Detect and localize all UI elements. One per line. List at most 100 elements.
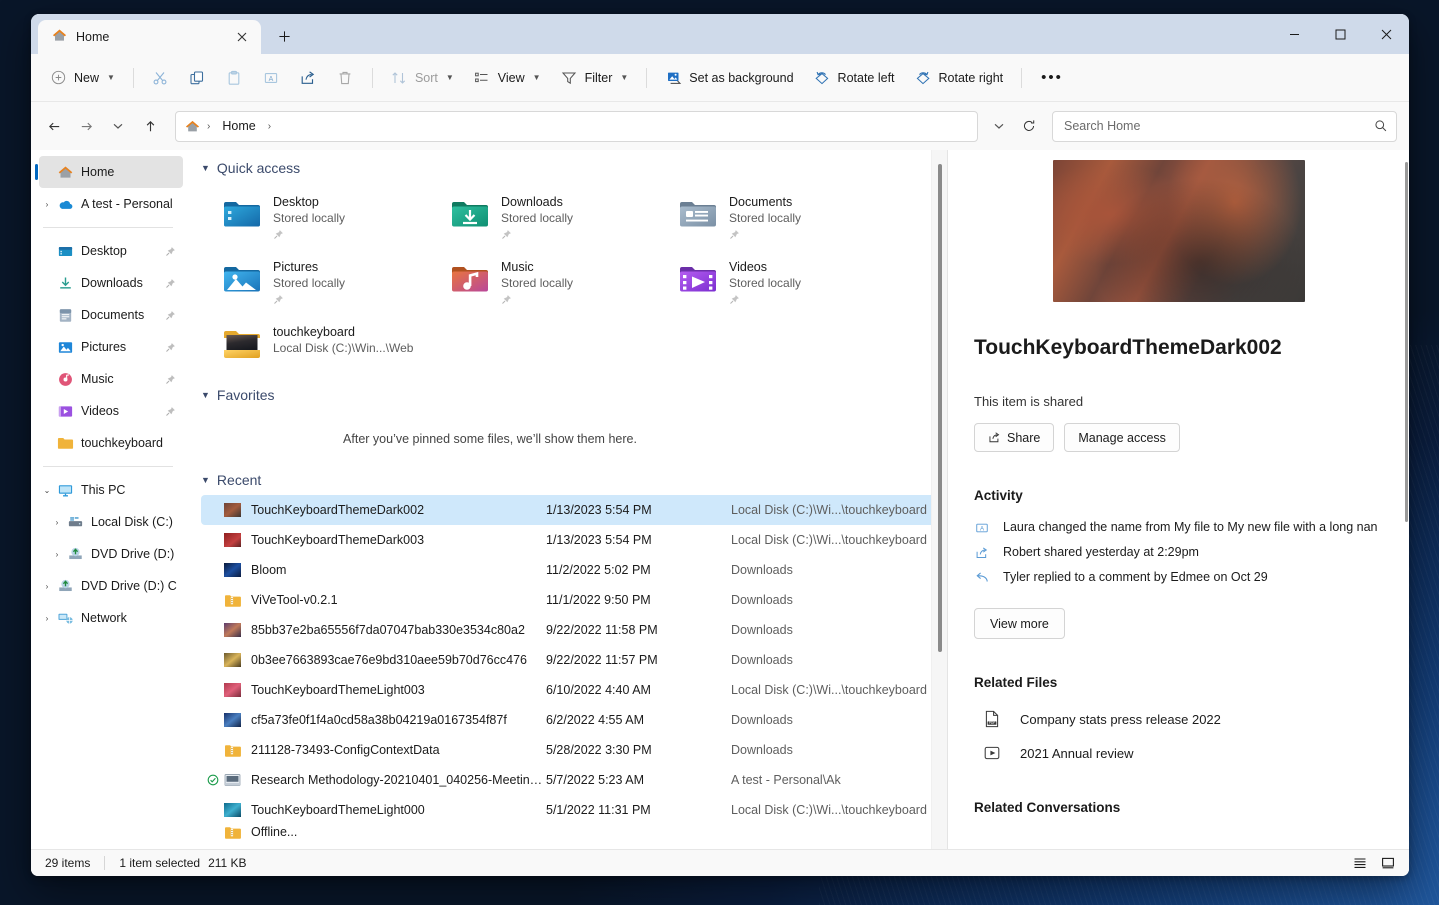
tiles-view-icon[interactable] xyxy=(1375,852,1401,874)
tab-home[interactable]: Home xyxy=(38,20,261,54)
pin-icon[interactable] xyxy=(501,227,573,245)
table-row[interactable]: Bloom11/2/2022 5:02 PMDownloads xyxy=(201,555,937,585)
list-view-icon[interactable] xyxy=(1347,852,1373,874)
breadcrumb-home[interactable]: Home xyxy=(217,117,260,135)
table-row[interactable]: cf5a73fe0f1f4a0cd58a38b04219a0167354f87f… xyxy=(201,705,937,735)
recent-locations-button[interactable] xyxy=(103,111,133,141)
set-as-background-icon xyxy=(665,69,682,86)
table-row[interactable]: TouchKeyboardThemeLight0036/10/2022 4:40… xyxy=(201,675,937,705)
sidebar-item-a-test-personal[interactable]: ›A test - Personal xyxy=(39,188,183,220)
sidebar-item-music[interactable]: Music xyxy=(39,363,183,395)
pin-icon[interactable] xyxy=(163,342,177,353)
quick-access-item[interactable]: touchkeyboardLocal Disk (C:)\Win...\Web xyxy=(217,317,445,371)
details-scrollbar-thumb[interactable] xyxy=(1405,162,1408,522)
sort-button[interactable]: Sort ▼ xyxy=(382,62,463,94)
cut-button[interactable] xyxy=(143,62,178,94)
new-tab-icon[interactable] xyxy=(269,21,299,51)
sidebar-item-touchkeyboard[interactable]: touchkeyboard xyxy=(39,427,183,459)
quick-access-item[interactable]: DesktopStored locally xyxy=(217,187,445,252)
table-row[interactable]: 211128-73493-ConfigContextData5/28/2022 … xyxy=(201,735,937,765)
pin-icon[interactable] xyxy=(163,374,177,385)
table-row[interactable]: TouchKeyboardThemeDark0021/13/2023 5:54 … xyxy=(201,495,937,525)
pin-icon[interactable] xyxy=(729,292,801,310)
expand-chevron-icon[interactable]: › xyxy=(49,550,65,559)
sidebar-item-videos[interactable]: Videos xyxy=(39,395,183,427)
quick-access-item[interactable]: PicturesStored locally xyxy=(217,252,445,317)
address-bar[interactable]: › Home › xyxy=(175,111,978,142)
search-input[interactable] xyxy=(1064,119,1374,133)
quick-access-item[interactable]: MusicStored locally xyxy=(445,252,673,317)
filter-button[interactable]: Filter ▼ xyxy=(552,62,638,94)
table-row[interactable]: 0b3ee7663893cae76e9bd310aee59b70d76cc476… xyxy=(201,645,937,675)
table-row[interactable]: ViVeTool-v0.2.111/1/2022 9:50 PMDownload… xyxy=(201,585,937,615)
pin-icon[interactable] xyxy=(163,310,177,321)
refresh-button[interactable] xyxy=(1014,111,1044,141)
pin-icon[interactable] xyxy=(163,406,177,417)
file-location: Local Disk (C:)\Wi...\touchkeyboard xyxy=(731,503,931,517)
expand-chevron-icon[interactable]: › xyxy=(39,200,55,209)
expand-chevron-icon[interactable]: ⌄ xyxy=(39,486,55,495)
content-scrollbar[interactable] xyxy=(931,150,947,849)
rotate-right-button[interactable]: Rotate right xyxy=(906,62,1013,94)
breadcrumb-separator-2[interactable]: › xyxy=(264,121,275,132)
paste-button[interactable] xyxy=(217,62,252,94)
expand-chevron-icon[interactable]: › xyxy=(39,582,55,591)
sidebar-item-desktop[interactable]: Desktop xyxy=(39,235,183,267)
sidebar-item-network[interactable]: ›Network xyxy=(39,602,183,634)
pin-icon[interactable] xyxy=(163,246,177,257)
share-button[interactable]: Share xyxy=(974,423,1054,452)
search-icon[interactable] xyxy=(1374,119,1388,133)
search-box[interactable] xyxy=(1052,111,1397,142)
view-more-button[interactable]: View more xyxy=(974,608,1065,639)
sidebar-item-dvd-drive-d-ccc[interactable]: ›DVD Drive (D:) CCC xyxy=(39,570,183,602)
related-file-item[interactable]: 2021 Annual review xyxy=(974,736,1383,770)
pin-icon[interactable] xyxy=(729,227,801,245)
pin-icon[interactable] xyxy=(501,292,573,310)
scrollbar-thumb[interactable] xyxy=(938,164,942,652)
table-row[interactable]: TouchKeyboardThemeLight0005/1/2022 11:31… xyxy=(201,795,937,825)
close-button[interactable] xyxy=(1363,14,1409,54)
back-button[interactable] xyxy=(39,111,69,141)
sidebar-item-dvd-drive-d-cc[interactable]: ›DVD Drive (D:) CC xyxy=(49,538,183,570)
maximize-button[interactable] xyxy=(1317,14,1363,54)
quick-access-header[interactable]: ▼ Quick access xyxy=(193,150,947,183)
set-as-background-button[interactable]: Set as background xyxy=(656,62,802,94)
up-button[interactable] xyxy=(135,111,165,141)
file-type-icon xyxy=(221,533,243,547)
new-button[interactable]: New ▼ xyxy=(41,62,124,94)
forward-button[interactable] xyxy=(71,111,101,141)
pin-icon[interactable] xyxy=(163,278,177,289)
table-row[interactable]: Offline... xyxy=(201,825,937,839)
view-button[interactable]: View ▼ xyxy=(465,62,550,94)
pin-icon[interactable] xyxy=(273,227,345,245)
address-dropdown-button[interactable] xyxy=(984,111,1014,141)
tab-close-icon[interactable] xyxy=(231,26,253,48)
rename-button[interactable]: A xyxy=(254,62,289,94)
rotate-left-button[interactable]: Rotate left xyxy=(805,62,904,94)
plus-circle-icon xyxy=(50,69,67,86)
share-button[interactable] xyxy=(291,62,326,94)
related-file-item[interactable]: PDFCompany stats press release 2022 xyxy=(974,702,1383,736)
sidebar-item-downloads[interactable]: Downloads xyxy=(39,267,183,299)
sidebar-item-documents[interactable]: Documents xyxy=(39,299,183,331)
sidebar-item-local-disk-c[interactable]: ›Local Disk (C:) xyxy=(49,506,183,538)
minimize-button[interactable] xyxy=(1271,14,1317,54)
manage-access-button[interactable]: Manage access xyxy=(1064,423,1180,452)
recent-header[interactable]: ▼ Recent xyxy=(193,462,947,495)
expand-chevron-icon[interactable]: › xyxy=(49,518,65,527)
table-row[interactable]: Research Methodology-20210401_040256-Mee… xyxy=(201,765,937,795)
table-row[interactable]: 85bb37e2ba65556f7da07047bab330e3534c80a2… xyxy=(201,615,937,645)
see-more-button[interactable]: ••• xyxy=(1031,62,1073,94)
favorites-header[interactable]: ▼ Favorites xyxy=(193,377,947,410)
copy-button[interactable] xyxy=(180,62,215,94)
pin-icon[interactable] xyxy=(273,292,345,310)
quick-access-item[interactable]: VideosStored locally xyxy=(673,252,901,317)
quick-access-item[interactable]: DownloadsStored locally xyxy=(445,187,673,252)
sidebar-item-home[interactable]: Home xyxy=(39,156,183,188)
quick-access-item[interactable]: DocumentsStored locally xyxy=(673,187,901,252)
expand-chevron-icon[interactable]: › xyxy=(39,614,55,623)
sidebar-item-this-pc[interactable]: ⌄This PC xyxy=(39,474,183,506)
sidebar-item-pictures[interactable]: Pictures xyxy=(39,331,183,363)
delete-button[interactable] xyxy=(328,62,363,94)
table-row[interactable]: TouchKeyboardThemeDark0031/13/2023 5:54 … xyxy=(201,525,937,555)
